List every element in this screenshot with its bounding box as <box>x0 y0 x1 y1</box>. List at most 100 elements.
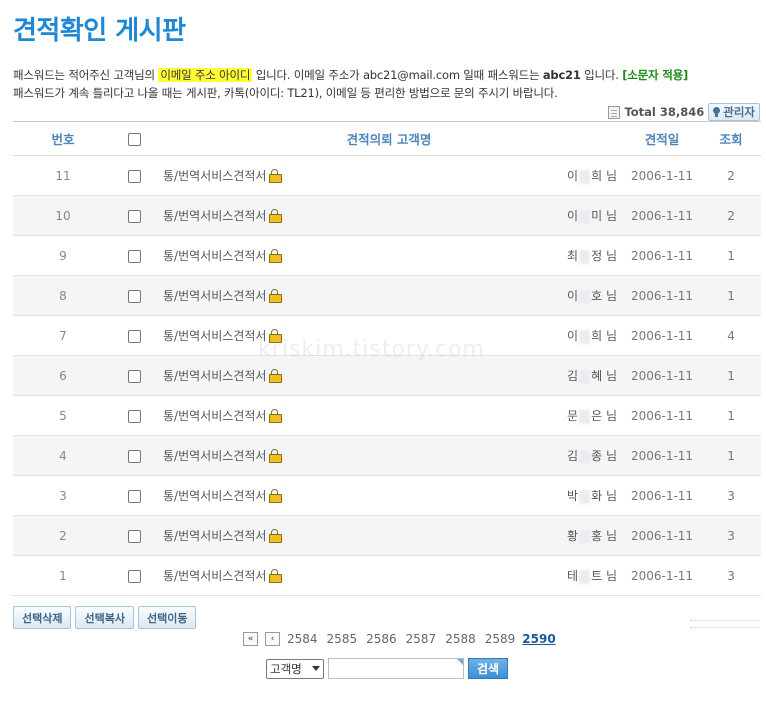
delete-selected-button[interactable]: 선택삭제 <box>13 606 72 629</box>
row-title-link[interactable]: 통/번역서비스견적서 <box>163 249 266 263</box>
row-number: 6 <box>13 355 113 396</box>
row-checkbox[interactable] <box>127 369 141 383</box>
row-select <box>113 315 155 356</box>
search-button[interactable]: 검색 <box>468 658 508 679</box>
row-checkbox[interactable] <box>127 329 141 343</box>
row-checkbox[interactable] <box>127 489 141 503</box>
redacted-name <box>579 489 591 504</box>
customer-suffix: 님 <box>605 409 618 423</box>
row-customer: 이희 님 <box>495 315 624 356</box>
customer-suffix: 님 <box>605 569 618 583</box>
row-title-link[interactable]: 통/번역서비스견적서 <box>163 449 266 463</box>
action-bar: 선택삭제 선택복사 선택이동 <box>13 606 197 629</box>
first-page-button[interactable]: « <box>243 632 258 646</box>
row-select <box>113 355 155 396</box>
row-customer: 황홍 님 <box>495 515 624 556</box>
row-title-cell: 통/번역서비스견적서 <box>155 195 495 236</box>
divider <box>690 620 760 628</box>
row-checkbox[interactable] <box>127 409 141 423</box>
row-date: 2006-1-11 <box>623 235 702 276</box>
row-title-link[interactable]: 통/번역서비스견적서 <box>163 329 266 343</box>
row-title-cell: 통/번역서비스견적서 <box>155 555 495 596</box>
page-link[interactable]: 2587 <box>406 632 437 646</box>
current-page[interactable]: 2590 <box>522 632 555 646</box>
row-number: 7 <box>13 315 113 356</box>
copy-selected-button[interactable]: 선택복사 <box>75 606 134 629</box>
row-hits: 1 <box>701 355 762 396</box>
row-hits: 2 <box>701 155 762 196</box>
customer-name-last: 미 <box>591 209 603 223</box>
lock-icon <box>269 209 283 223</box>
row-select <box>113 555 155 596</box>
select-all-checkbox[interactable] <box>127 133 141 146</box>
row-title-link[interactable]: 통/번역서비스견적서 <box>163 369 266 383</box>
customer-name-first: 김 <box>567 449 579 463</box>
page-link[interactable]: 2584 <box>287 632 318 646</box>
table-row: 4 통/번역서비스견적서 김 종 님 2006-1-11 1 <box>13 435 762 476</box>
lock-icon <box>269 249 283 263</box>
row-checkbox[interactable] <box>127 169 141 183</box>
page-link[interactable]: 2589 <box>485 632 516 646</box>
search-field-select[interactable]: 고객명 <box>266 658 324 679</box>
row-title-link[interactable]: 통/번역서비스견적서 <box>163 489 266 503</box>
row-checkbox[interactable] <box>127 249 141 263</box>
customer-suffix: 님 <box>605 209 618 223</box>
customer-name-last: 홍 <box>591 529 603 543</box>
redacted-name <box>579 569 591 584</box>
customer-name-first: 박 <box>567 489 579 503</box>
notice-line-2: 패스워드가 계속 틀리다고 나올 때는 게시판, 카톡(아이디: TL21), … <box>13 86 558 100</box>
customer-suffix: 님 <box>605 289 618 303</box>
row-customer: 이호 님 <box>495 275 624 316</box>
row-hits: 1 <box>701 435 762 476</box>
row-select <box>113 395 155 436</box>
row-checkbox[interactable] <box>127 529 141 543</box>
move-selected-button[interactable]: 선택이동 <box>137 606 197 629</box>
row-checkbox[interactable] <box>127 449 141 463</box>
redacted-name <box>579 449 591 464</box>
prev-page-button[interactable]: ‹ <box>265 632 280 646</box>
header-title: 견적의뢰 고객명 <box>155 121 624 156</box>
search-input[interactable] <box>328 658 464 679</box>
pagination: « ‹ 2584 2585 2586 2587 2588 2589 2590 <box>243 632 556 646</box>
row-checkbox[interactable] <box>127 569 141 583</box>
customer-name-last: 정 <box>591 249 603 263</box>
customer-name-first: 이 <box>567 289 579 303</box>
row-checkbox[interactable] <box>127 209 141 223</box>
row-title-cell: 통/번역서비스견적서 <box>155 515 495 556</box>
row-title-cell: 통/번역서비스견적서 <box>155 235 495 276</box>
customer-name-last: 호 <box>591 289 603 303</box>
table-row: 5 통/번역서비스견적서 문 은 님 2006-1-11 1 <box>13 395 762 436</box>
row-date: 2006-1-11 <box>623 475 702 516</box>
page-link[interactable]: 2586 <box>366 632 397 646</box>
row-date: 2006-1-11 <box>623 315 702 356</box>
row-number: 11 <box>13 155 113 196</box>
row-number: 4 <box>13 435 113 476</box>
customer-suffix: 님 <box>605 169 618 183</box>
row-title-link[interactable]: 통/번역서비스견적서 <box>163 529 266 543</box>
row-title-link[interactable]: 통/번역서비스견적서 <box>163 169 266 183</box>
page-link[interactable]: 2588 <box>445 632 476 646</box>
redacted-name <box>579 329 591 344</box>
row-hits: 1 <box>701 235 762 276</box>
admin-button[interactable]: 관리자 <box>708 103 760 121</box>
row-title-link[interactable]: 통/번역서비스견적서 <box>163 209 266 223</box>
header-select-all <box>113 121 155 156</box>
table-row: 2 통/번역서비스견적서 황 홍 님 2006-1-11 3 <box>13 515 762 556</box>
row-select <box>113 195 155 236</box>
table-row: 7 통/번역서비스견적서 이 희 님 2006-1-11 4 <box>13 315 762 356</box>
table-row: 1 통/번역서비스견적서 테 트 님 2006-1-11 3 <box>13 555 762 596</box>
row-title-link[interactable]: 통/번역서비스견적서 <box>163 409 266 423</box>
row-title-link[interactable]: 통/번역서비스견적서 <box>163 289 266 303</box>
row-date: 2006-1-11 <box>623 435 702 476</box>
lock-icon <box>269 289 283 303</box>
row-title-link[interactable]: 통/번역서비스견적서 <box>163 569 266 583</box>
row-select <box>113 475 155 516</box>
customer-name-first: 테 <box>567 569 579 583</box>
lock-icon <box>269 369 283 383</box>
row-title-cell: 통/번역서비스견적서 <box>155 315 495 356</box>
customer-name-first: 최 <box>567 249 579 263</box>
row-checkbox[interactable] <box>127 289 141 303</box>
row-number: 3 <box>13 475 113 516</box>
customer-name-first: 이 <box>567 329 579 343</box>
page-link[interactable]: 2585 <box>327 632 358 646</box>
